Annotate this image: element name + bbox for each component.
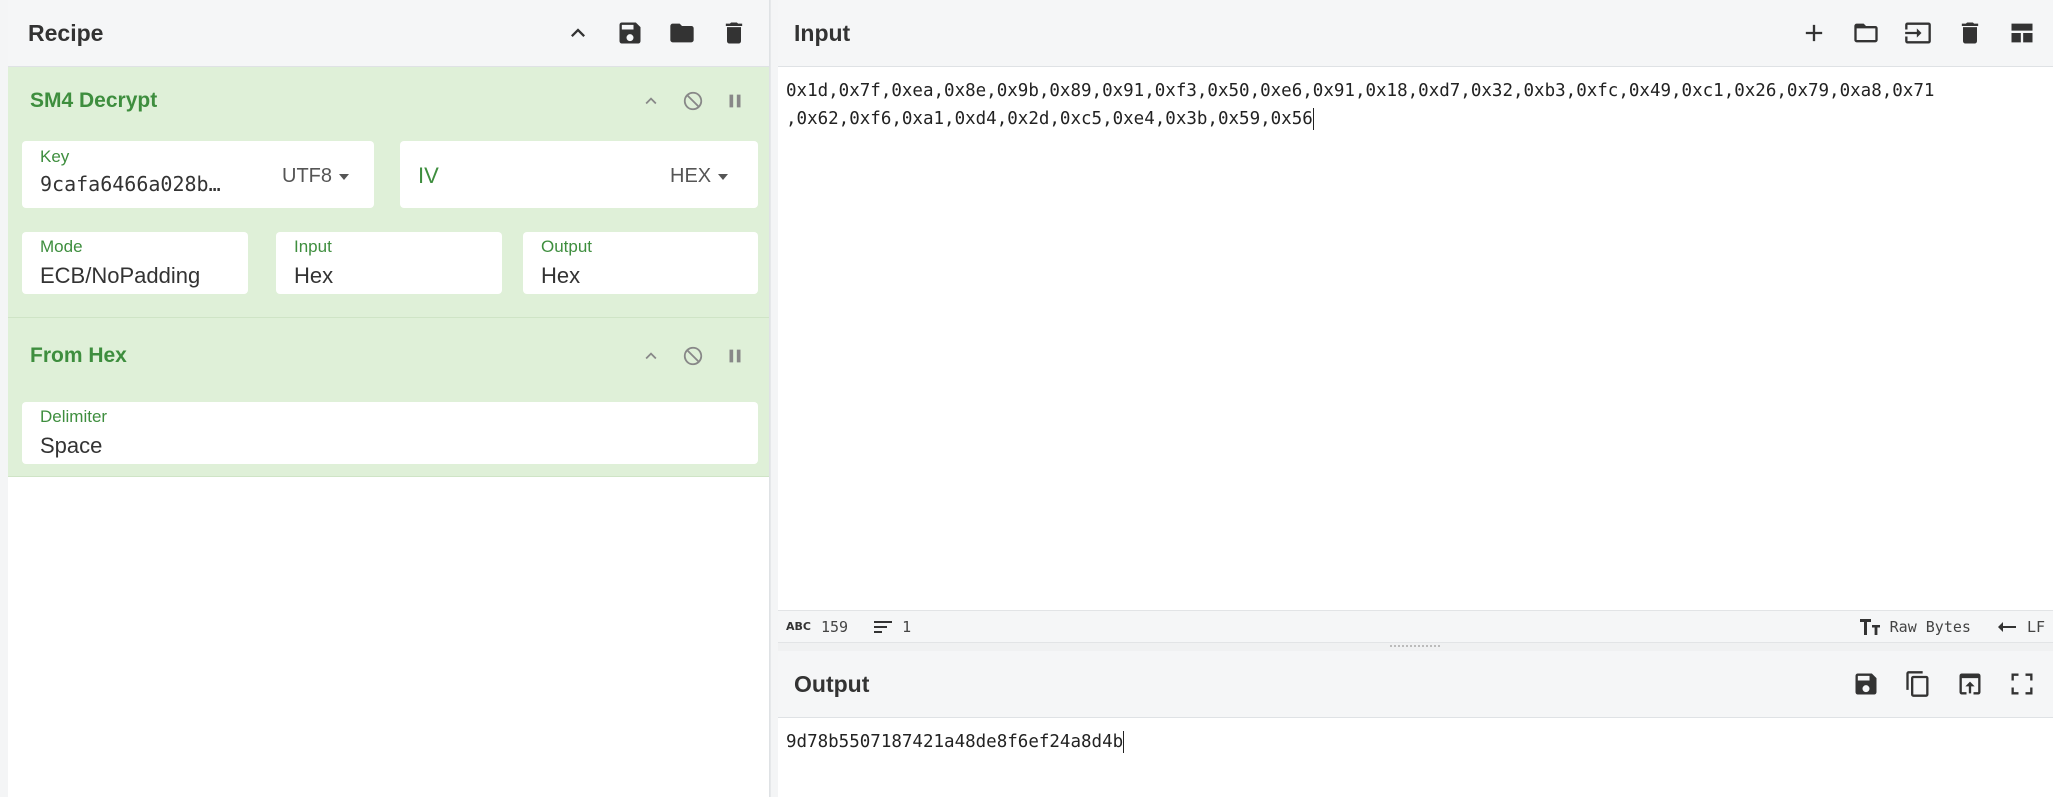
pause-icon[interactable]	[723, 344, 747, 368]
output-format-value[interactable]: Hex	[541, 263, 580, 289]
cyberchef-app: Recipe SM4 Decrypt Key 9cafa6466a028b… U…	[0, 0, 2053, 797]
recipe-title: Recipe	[28, 19, 104, 46]
grip-dots	[1390, 645, 1440, 648]
line-count-value: 1	[902, 617, 912, 636]
input-status-bar: ABC 159 1 Raw Bytes LF	[778, 610, 2053, 643]
lines-icon	[874, 620, 893, 633]
key-encoding-value: UTF8	[282, 165, 332, 187]
key-field[interactable]: Key 9cafa6466a028b… UTF8	[22, 141, 374, 208]
char-count: ABC 159	[786, 618, 848, 636]
copy-icon[interactable]	[1903, 669, 1933, 699]
output-header: Output	[778, 651, 2053, 718]
output-title: Output	[794, 670, 870, 697]
input-format-value[interactable]: Hex	[294, 263, 333, 289]
encoding-selector[interactable]: Raw Bytes	[1859, 617, 1971, 636]
folder-icon[interactable]	[667, 18, 697, 48]
delimiter-label: Delimiter	[40, 407, 108, 426]
iv-field[interactable]: IV HEX	[400, 141, 758, 208]
panel-resize-gutter[interactable]	[770, 0, 778, 797]
left-gutter	[0, 0, 8, 797]
chevron-up-icon[interactable]	[639, 344, 663, 368]
operation-title: From Hex	[30, 344, 127, 367]
line-count: 1	[874, 618, 911, 636]
maximize-icon[interactable]	[2007, 669, 2037, 699]
iv-encoding-dropdown[interactable]: HEX	[670, 165, 729, 188]
key-encoding-dropdown[interactable]: UTF8	[282, 165, 349, 188]
save-icon[interactable]	[615, 18, 645, 48]
char-count-icon: ABC	[786, 620, 811, 633]
input-line-1: 0x1d,0x7f,0xea,0x8e,0x9b,0x89,0x91,0xf3,…	[786, 81, 1935, 101]
disable-icon[interactable]	[681, 344, 705, 368]
text-size-icon	[1859, 618, 1880, 635]
chevron-up-icon[interactable]	[563, 18, 593, 48]
char-count-value: 159	[820, 617, 849, 636]
folder-icon[interactable]	[1851, 18, 1881, 48]
io-resize-handle[interactable]	[778, 643, 2053, 651]
layout-icon[interactable]	[2007, 18, 2037, 48]
save-icon[interactable]	[1851, 669, 1881, 699]
input-format-field[interactable]: Input Hex	[276, 232, 502, 294]
output-text: 9d78b5507187421a48de8f6ef24a8d4b	[786, 732, 1124, 752]
input-textarea[interactable]: 0x1d,0x7f,0xea,0x8e,0x9b,0x89,0x91,0xf3,…	[778, 67, 2053, 610]
replace-input-icon[interactable]	[1955, 669, 1985, 699]
operation-from-hex[interactable]: From Hex Delimiter Space	[8, 318, 769, 477]
plus-icon[interactable]	[1799, 18, 1829, 48]
delimiter-value[interactable]: Space	[40, 433, 102, 459]
mode-value[interactable]: ECB/NoPadding	[40, 263, 200, 289]
trash-icon[interactable]	[1955, 18, 1985, 48]
input-line-2: ,0x62,0xf6,0xa1,0xd4,0x2d,0xc5,0xe4,0x3b…	[786, 105, 2045, 133]
iv-placeholder: IV	[418, 163, 439, 188]
input-line-2-text: ,0x62,0xf6,0xa1,0xd4,0x2d,0xc5,0xe4,0x3b…	[786, 109, 1313, 129]
return-arrow-icon	[1997, 621, 2016, 632]
encoding-value: Raw Bytes	[1889, 617, 1971, 636]
disable-icon[interactable]	[681, 89, 705, 113]
eol-selector[interactable]: LF	[1997, 618, 2045, 636]
trash-icon[interactable]	[719, 18, 749, 48]
iv-encoding-value: HEX	[670, 165, 712, 187]
delimiter-field[interactable]: Delimiter Space	[22, 402, 758, 464]
mode-label: Mode	[40, 237, 83, 256]
output-format-label: Output	[541, 237, 593, 256]
key-value[interactable]: 9cafa6466a028b…	[40, 172, 250, 196]
eol-value: LF	[2026, 617, 2045, 636]
text-cursor	[1312, 108, 1314, 130]
mode-field[interactable]: Mode ECB/NoPadding	[22, 232, 248, 294]
chevron-up-icon[interactable]	[639, 89, 663, 113]
operation-title: SM4 Decrypt	[30, 89, 158, 112]
input-format-label: Input	[294, 237, 332, 256]
input-header: Input	[778, 0, 2053, 67]
io-panel: Input 0x1d,0x7f,0xea,0x8e,0x9b,0x89,0x91…	[778, 0, 2053, 797]
input-title: Input	[794, 19, 851, 46]
import-icon[interactable]	[1903, 18, 1933, 48]
output-textarea[interactable]: 9d78b5507187421a48de8f6ef24a8d4b	[778, 718, 2053, 797]
caret-down-icon	[339, 173, 349, 180]
operation-sm4-decrypt[interactable]: SM4 Decrypt Key 9cafa6466a028b… UTF8 IV …	[8, 67, 769, 318]
recipe-header: Recipe	[8, 0, 769, 67]
caret-down-icon	[718, 173, 729, 180]
recipe-panel: Recipe SM4 Decrypt Key 9cafa6466a028b… U…	[8, 0, 770, 797]
output-format-field[interactable]: Output Hex	[523, 232, 758, 294]
pause-icon[interactable]	[723, 89, 747, 113]
key-label: Key	[40, 147, 70, 166]
text-cursor	[1123, 731, 1125, 753]
